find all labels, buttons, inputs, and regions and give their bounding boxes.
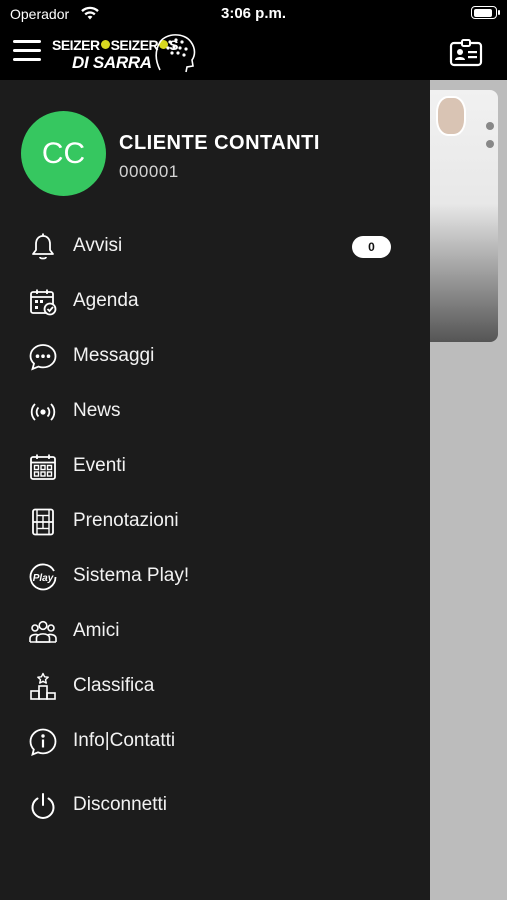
battery-level xyxy=(473,8,492,17)
logo-line2: DI SARRA xyxy=(72,53,152,72)
club-logo: SEIZER SEIZER S DI SARRA xyxy=(50,30,200,78)
menu-label: Sistema Play! xyxy=(73,565,190,586)
status-time: 3:06 p.m. xyxy=(220,5,287,22)
menu-label: News xyxy=(73,400,121,421)
menu-item-avvisi[interactable]: Avvisi 0 xyxy=(0,221,430,273)
menu-label: Classifica xyxy=(73,675,155,696)
menu-item-news[interactable]: News xyxy=(0,386,430,438)
avatar[interactable]: CC xyxy=(21,111,106,196)
background-dot xyxy=(486,122,494,130)
menu-label: Amici xyxy=(73,620,120,641)
hamburger-icon[interactable] xyxy=(13,40,41,62)
app-header: SEIZER SEIZER S DI SARRA xyxy=(0,28,507,80)
id-card-icon[interactable] xyxy=(449,39,483,67)
menu-item-disconnetti[interactable]: Disconnetti xyxy=(0,780,430,832)
menu-label: Disconnetti xyxy=(73,794,167,815)
menu-item-agenda[interactable]: Agenda xyxy=(0,276,430,328)
play-logo-icon: Play xyxy=(28,562,58,592)
background-card xyxy=(422,90,498,342)
menu-label: Prenotazioni xyxy=(73,510,179,531)
background-photo xyxy=(436,96,466,136)
menu-item-eventi[interactable]: Eventi xyxy=(0,441,430,493)
calendar-check-icon xyxy=(28,287,58,317)
menu-item-prenotazioni[interactable]: Prenotazioni xyxy=(0,496,430,548)
logo-head-icon xyxy=(155,34,196,73)
menu-label: Eventi xyxy=(73,455,126,476)
podium-icon xyxy=(28,672,58,702)
status-bar: Operador 3:06 p.m. xyxy=(0,0,507,28)
menu-item-messaggi[interactable]: Messaggi xyxy=(0,331,430,383)
chat-bubble-icon xyxy=(28,342,58,372)
info-icon xyxy=(28,727,58,757)
background-dot xyxy=(486,140,494,148)
bell-icon xyxy=(28,232,58,262)
power-icon xyxy=(28,791,58,821)
broadcast-icon xyxy=(28,397,58,427)
user-name: CLIENTE CONTANTI xyxy=(119,132,320,154)
menu-label: Agenda xyxy=(73,290,139,311)
notification-badge: 0 xyxy=(352,236,391,258)
menu-item-sistema-play[interactable]: Play Sistema Play! xyxy=(0,551,430,603)
user-code: 000001 xyxy=(119,162,179,181)
background-content xyxy=(422,80,507,900)
menu-label: Messaggi xyxy=(73,345,155,366)
svg-text:Play: Play xyxy=(33,573,54,584)
calendar-grid-icon xyxy=(28,452,58,482)
friends-icon xyxy=(28,617,58,647)
menu-label: Info|Contatti xyxy=(73,730,176,751)
menu-label: Avvisi xyxy=(73,235,123,256)
court-booking-icon xyxy=(28,507,58,537)
navigation-drawer: CC CLIENTE CONTANTI 000001 Avvisi 0 Agen… xyxy=(0,80,430,900)
battery-icon xyxy=(471,6,500,19)
menu-item-classifica[interactable]: Classifica xyxy=(0,661,430,713)
menu-item-info-contatti[interactable]: Info|Contatti xyxy=(0,716,430,768)
menu-item-amici[interactable]: Amici xyxy=(0,606,430,658)
